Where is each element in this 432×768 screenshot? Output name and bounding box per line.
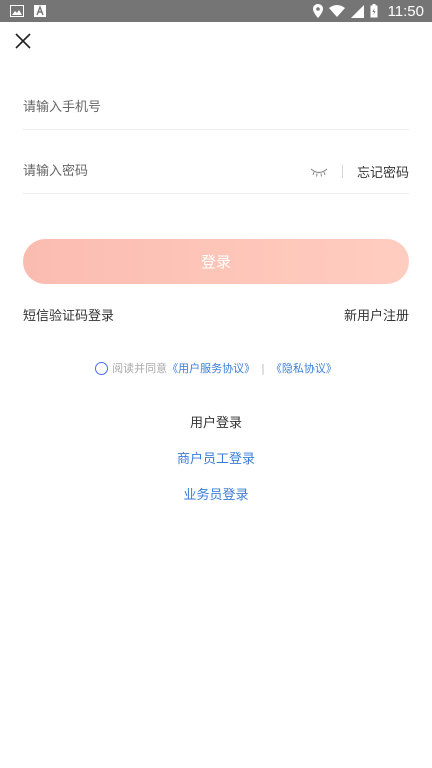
- agreement-prefix: 阅读并同意: [112, 362, 168, 375]
- image-icon: [10, 5, 24, 17]
- field-divider: [341, 165, 343, 178]
- a-letter-icon: [34, 5, 46, 17]
- phone-field: [23, 86, 409, 130]
- wifi-icon: [328, 5, 345, 17]
- login-options-row: 短信验证码登录 新用户注册: [23, 305, 409, 324]
- agreement-radio[interactable]: [95, 361, 109, 375]
- location-icon: [312, 4, 323, 18]
- phone-input[interactable]: [23, 86, 409, 129]
- password-field: 忘记密码: [23, 150, 409, 194]
- forgot-password-link[interactable]: 忘记密码: [357, 162, 409, 181]
- eye-closed-icon[interactable]: [308, 164, 330, 180]
- salesman-login-link[interactable]: 业务员登录: [0, 484, 432, 503]
- login-button[interactable]: 登录: [23, 239, 409, 284]
- password-input[interactable]: [23, 150, 308, 193]
- user-agreement-link[interactable]: 《用户服务协议》: [167, 360, 255, 376]
- status-time: 11:50: [387, 2, 424, 20]
- agreement-row: 阅读并同意 《用户服务协议》 | 《隐私协议》: [0, 360, 432, 376]
- merchant-login-link[interactable]: 商户员工登录: [0, 448, 432, 467]
- privacy-link[interactable]: 《隐私协议》: [271, 360, 337, 376]
- register-link[interactable]: 新用户注册: [344, 305, 409, 324]
- sms-login-link[interactable]: 短信验证码登录: [23, 305, 114, 324]
- signal-icon: [350, 4, 364, 18]
- close-button[interactable]: [12, 30, 34, 52]
- user-login-label: 用户登录: [189, 416, 242, 431]
- close-icon: [15, 33, 31, 49]
- agreement-separator: |: [261, 361, 265, 375]
- battery-icon: [370, 4, 378, 18]
- status-bar: 11:50: [0, 0, 432, 22]
